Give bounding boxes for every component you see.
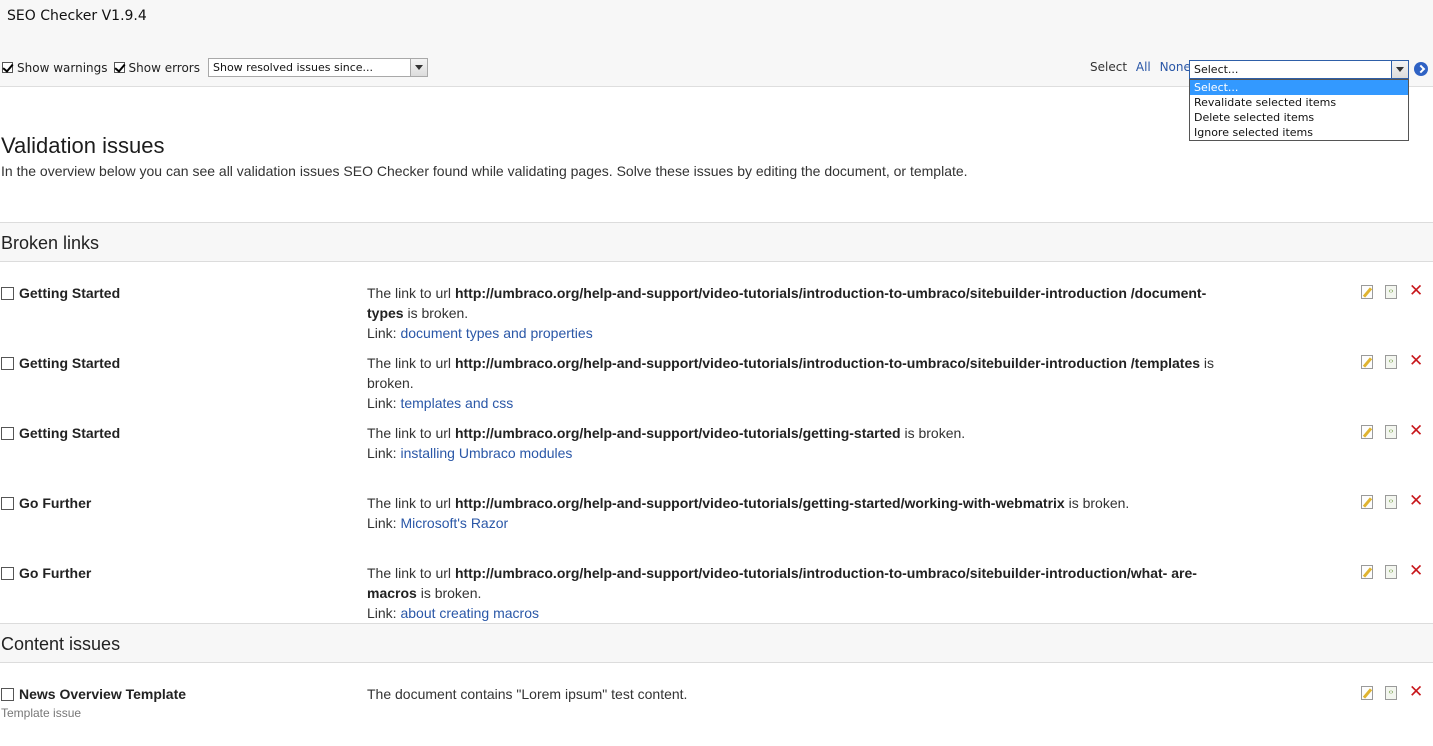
edit-document-icon[interactable]	[1361, 355, 1373, 369]
show-warnings-checkbox[interactable]	[2, 62, 13, 73]
bulk-action-dropdown: Select... Revalidate selected items Dele…	[1189, 79, 1409, 141]
section-content-issues: Content issues	[0, 623, 1433, 663]
dropdown-option-select[interactable]: Select...	[1190, 80, 1408, 95]
row-actions: ‹› ✕	[1361, 352, 1431, 371]
select-label: Select	[1090, 60, 1128, 74]
edit-document-icon[interactable]	[1361, 285, 1373, 299]
link-prefix: Link:	[367, 395, 401, 411]
delete-icon[interactable]: ✕	[1409, 352, 1423, 370]
link-text[interactable]: document types and properties	[400, 325, 592, 341]
row-page-name: Getting Started	[19, 285, 121, 301]
show-errors-checkbox[interactable]	[113, 62, 125, 73]
delete-icon[interactable]: ✕	[1409, 492, 1423, 510]
row-actions: ‹› ✕	[1361, 562, 1431, 581]
message-prefix: The link to url	[367, 565, 455, 581]
delete-icon[interactable]: ✕	[1409, 422, 1423, 440]
resolved-issues-select-value: Show resolved issues since...	[213, 61, 374, 74]
delete-icon[interactable]: ✕	[1409, 282, 1423, 300]
edit-document-icon[interactable]	[1361, 686, 1373, 700]
row-checkbox[interactable]	[1, 688, 14, 701]
link-prefix: Link:	[367, 445, 401, 461]
bulk-action-select[interactable]: Select...	[1189, 60, 1409, 79]
row-message: The document contains "Lorem ipsum" test…	[367, 686, 688, 702]
link-text[interactable]: installing Umbraco modules	[400, 445, 572, 461]
row-actions: ‹› ✕	[1361, 422, 1431, 441]
row-message: The link to url http://umbraco.org/help-…	[367, 563, 1217, 623]
row-checkbox[interactable]	[1, 427, 14, 440]
template-icon[interactable]: ‹›	[1385, 285, 1397, 299]
broken-url: http://umbraco.org/help-and-support/vide…	[454, 425, 901, 441]
edit-document-icon[interactable]	[1361, 425, 1373, 439]
message-suffix: is broken.	[900, 425, 966, 441]
delete-icon[interactable]: ✕	[1409, 683, 1423, 701]
row-actions: ‹› ✕	[1361, 683, 1431, 702]
chevron-down-icon[interactable]	[410, 59, 427, 76]
dropdown-option-ignore[interactable]: Ignore selected items	[1190, 125, 1408, 140]
top-toolbar: SEO Checker V1.9.4 Show warnings Show er…	[0, 0, 1433, 87]
template-icon[interactable]: ‹›	[1385, 686, 1397, 700]
link-prefix: Link:	[367, 605, 401, 621]
message-prefix: The link to url	[367, 355, 455, 371]
go-arrow-icon[interactable]	[1414, 62, 1428, 76]
section-broken-links: Broken links	[0, 222, 1433, 262]
seo-checker-app: SEO Checker V1.9.4 Show warnings Show er…	[0, 0, 1433, 746]
message-suffix: is broken.	[403, 305, 469, 321]
template-icon[interactable]: ‹›	[1385, 565, 1397, 579]
row-checkbox[interactable]	[1, 567, 14, 580]
message-prefix: The link to url	[367, 285, 455, 301]
select-none-link[interactable]: None	[1160, 60, 1191, 74]
message-prefix: The link to url	[367, 495, 455, 511]
show-warnings-label: Show warnings	[17, 60, 108, 75]
link-prefix: Link:	[367, 325, 401, 341]
message-prefix: The link to url	[367, 425, 455, 441]
link-text[interactable]: Microsoft's Razor	[400, 515, 508, 531]
delete-icon[interactable]: ✕	[1409, 562, 1423, 580]
message-suffix: is broken.	[416, 585, 482, 601]
broken-url: http://umbraco.org/help-and-support/vide…	[367, 285, 1207, 321]
select-all-link[interactable]: All	[1136, 60, 1151, 74]
row-page-name: Go Further	[19, 495, 92, 511]
dropdown-option-delete[interactable]: Delete selected items	[1190, 110, 1408, 125]
resolved-issues-select[interactable]: Show resolved issues since...	[208, 58, 428, 77]
row-message: The link to url http://umbraco.org/help-…	[367, 423, 1217, 463]
page-title: Validation issues	[1, 133, 165, 158]
edit-document-icon[interactable]	[1361, 495, 1373, 509]
dropdown-option-revalidate[interactable]: Revalidate selected items	[1190, 95, 1408, 110]
row-checkbox[interactable]	[1, 357, 14, 370]
row-message: The link to url http://umbraco.org/help-…	[367, 283, 1217, 343]
row-checkbox[interactable]	[1, 497, 14, 510]
row-page-name: News Overview Template	[19, 686, 187, 702]
template-icon[interactable]: ‹›	[1385, 355, 1397, 369]
section-title: Content issues	[1, 634, 121, 654]
section-title: Broken links	[1, 233, 100, 253]
template-icon[interactable]: ‹›	[1385, 495, 1397, 509]
broken-url: http://umbraco.org/help-and-support/vide…	[367, 565, 1197, 601]
page-description: In the overview below you can see all va…	[1, 163, 968, 179]
row-actions: ‹› ✕	[1361, 492, 1431, 511]
broken-url: http://umbraco.org/help-and-support/vide…	[454, 355, 1201, 371]
template-icon[interactable]: ‹›	[1385, 425, 1397, 439]
app-title: SEO Checker V1.9.4	[7, 8, 147, 24]
broken-url: http://umbraco.org/help-and-support/vide…	[454, 495, 1065, 511]
edit-document-icon[interactable]	[1361, 565, 1373, 579]
filter-bar: Show warnings Show errors Show resolved …	[2, 58, 428, 77]
row-checkbox[interactable]	[1, 287, 14, 300]
row-page-name: Getting Started	[19, 355, 121, 371]
link-prefix: Link:	[367, 515, 401, 531]
link-text[interactable]: about creating macros	[400, 605, 539, 621]
select-links: Select All None	[1090, 60, 1191, 74]
row-page-name: Getting Started	[19, 425, 121, 441]
link-text[interactable]: templates and css	[400, 395, 513, 411]
row-actions: ‹› ✕	[1361, 282, 1431, 301]
chevron-down-icon[interactable]	[1391, 61, 1408, 78]
message-suffix: is broken.	[1064, 495, 1130, 511]
row-issue-type: Template issue	[1, 706, 82, 720]
row-message: The link to url http://umbraco.org/help-…	[367, 493, 1217, 533]
row-message: The link to url http://umbraco.org/help-…	[367, 353, 1217, 413]
show-errors-label: Show errors	[128, 60, 201, 75]
bulk-action-select-value: Select...	[1194, 63, 1239, 76]
row-page-name: Go Further	[19, 565, 92, 581]
